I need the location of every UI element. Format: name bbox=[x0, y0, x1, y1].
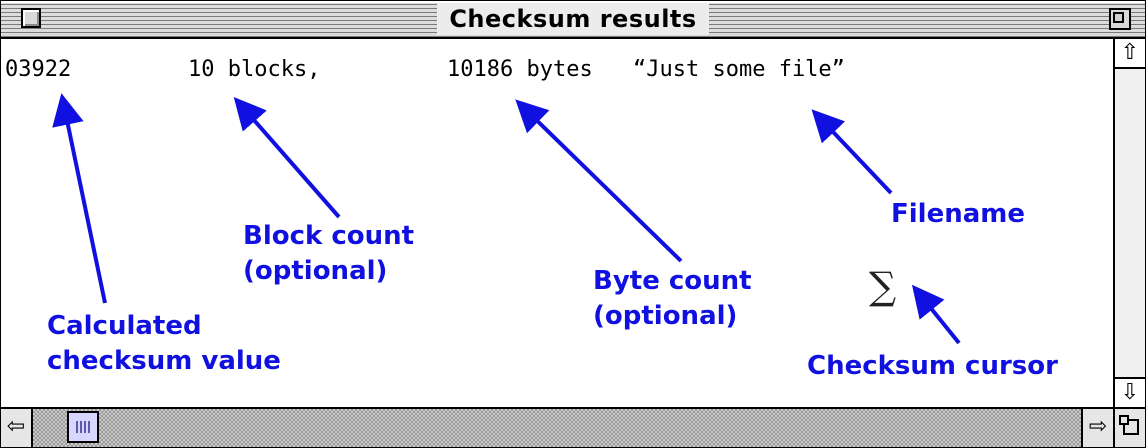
annotation-arrows bbox=[52, 93, 961, 345]
arrow-cursor bbox=[911, 284, 961, 345]
horizontal-scroll-track[interactable] bbox=[33, 409, 1081, 447]
resize-grow-box[interactable] bbox=[1113, 407, 1145, 447]
scroll-right-arrow-icon[interactable]: ⇨ bbox=[1081, 409, 1113, 447]
zoom-box[interactable] bbox=[1109, 8, 1131, 30]
scroll-down-arrow-icon[interactable]: ⇩ bbox=[1115, 377, 1145, 407]
horizontal-scrollbar[interactable]: ⇦ ⇨ bbox=[1, 407, 1113, 447]
results-text-area[interactable]: 03922 10 blocks, 10186 bytes “Just some … bbox=[1, 39, 1113, 407]
scroll-up-arrow-icon[interactable]: ⇧ bbox=[1115, 39, 1145, 69]
scroll-left-arrow-icon[interactable]: ⇦ bbox=[1, 409, 33, 447]
title-bar[interactable]: Checksum results bbox=[1, 1, 1145, 39]
window-title: Checksum results bbox=[437, 3, 709, 35]
arrow-filename bbox=[811, 109, 893, 195]
arrow-byte-count bbox=[515, 99, 683, 263]
vertical-scroll-track[interactable] bbox=[1115, 69, 1145, 377]
arrow-block-count bbox=[233, 96, 341, 219]
vertical-scrollbar[interactable]: ⇧ ⇩ bbox=[1113, 39, 1145, 407]
arrow-checksum bbox=[52, 93, 107, 304]
checksum-window: Checksum results 03922 10 blocks, 10186 … bbox=[0, 0, 1146, 448]
horizontal-scroll-thumb[interactable] bbox=[67, 411, 99, 443]
